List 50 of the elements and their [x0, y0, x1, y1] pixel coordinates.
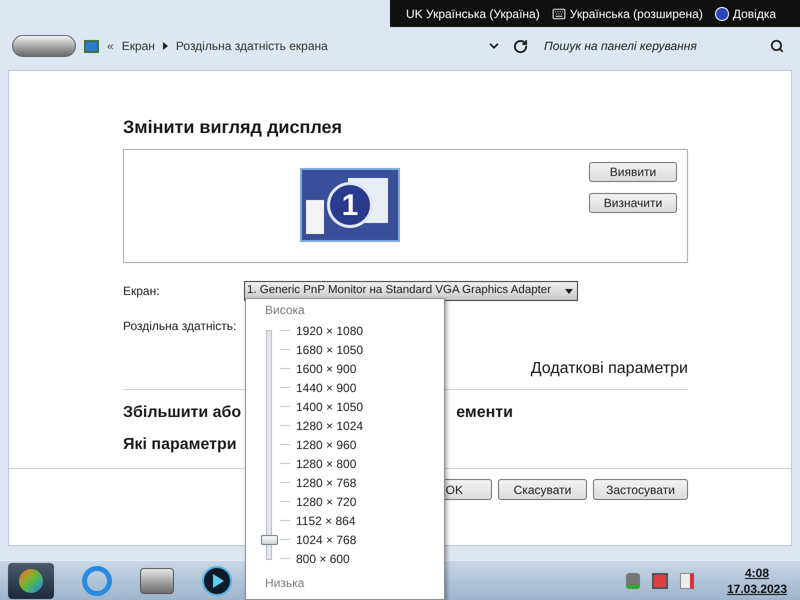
- resolution-option[interactable]: 1920 × 1080: [296, 322, 364, 340]
- input-language[interactable]: UK Українська (Україна): [406, 4, 540, 22]
- breadcrumb[interactable]: Роздільна здатність екрана: [176, 37, 328, 55]
- slider-thumb[interactable]: [261, 534, 278, 545]
- resolution-option[interactable]: 800 × 600: [296, 550, 350, 568]
- dialog-button[interactable]: Виявити: [589, 162, 677, 182]
- search-field[interactable]: Пошук на панелі керування: [544, 37, 784, 55]
- settings-link[interactable]: ементи: [456, 401, 513, 421]
- breadcrumb-arrow-icon[interactable]: [162, 42, 168, 50]
- overflow-chevron[interactable]: «: [107, 37, 114, 55]
- display-thumbnail-icon[interactable]: 1: [300, 168, 400, 242]
- dialog-button[interactable]: Визначити: [589, 193, 677, 213]
- resolution-option[interactable]: 1600 × 900: [296, 360, 356, 378]
- help-link[interactable]: Довідка: [732, 4, 776, 22]
- resolution-option[interactable]: 1280 × 720: [296, 492, 356, 510]
- resolution-option[interactable]: 1152 × 864: [296, 512, 356, 530]
- dialog-button[interactable]: Скасувати: [498, 479, 587, 500]
- advanced-settings-link[interactable]: Додаткові параметри: [530, 357, 688, 381]
- resolution-option[interactable]: 1680 × 1050: [296, 340, 364, 358]
- start-button[interactable]: [8, 562, 54, 598]
- search-icon: [770, 39, 784, 53]
- keyboard-layout[interactable]: Українська (розширена): [570, 4, 703, 22]
- clock-time[interactable]: 4:08: [744, 564, 770, 580]
- resolution-option[interactable]: 1280 × 768: [296, 474, 356, 492]
- monitor-icon: [84, 40, 99, 52]
- resolution-option[interactable]: 1024 × 768: [296, 530, 356, 548]
- dialog-button[interactable]: Застосувати: [593, 479, 688, 500]
- refresh-icon[interactable]: [513, 38, 528, 54]
- resolution-option[interactable]: 1280 × 1024: [296, 416, 364, 434]
- resolution-option[interactable]: 1280 × 800: [296, 454, 356, 472]
- resolution-label: Роздільна здатність:: [123, 318, 236, 335]
- help-icon[interactable]: [714, 6, 729, 20]
- resolution-option[interactable]: 1440 × 900: [296, 378, 356, 396]
- back-forward-buttons[interactable]: [12, 35, 76, 57]
- screen-dropdown[interactable]: 1. Generic PnP Monitor на Standard VGA Graphics Adapter: [244, 281, 578, 301]
- dropdown-arrow-icon: [565, 288, 573, 294]
- resolution-option[interactable]: 1400 × 1050: [296, 398, 364, 416]
- page-title: Змінити вигляд дисплея: [123, 116, 344, 139]
- display-number: 1: [327, 182, 373, 228]
- clock-date[interactable]: 17.03.2023: [726, 580, 788, 596]
- breadcrumb[interactable]: Екран: [122, 37, 155, 55]
- high-label: Висока: [265, 302, 305, 319]
- settings-link[interactable]: Збільшити або: [123, 401, 242, 421]
- screen-label: Екран:: [123, 283, 161, 300]
- window-preview: [306, 200, 324, 234]
- resolution-option[interactable]: 1280 × 960: [296, 436, 356, 454]
- keyboard-icon: [552, 6, 566, 20]
- media-player-icon[interactable]: [202, 566, 232, 596]
- low-label: Низька: [265, 575, 304, 592]
- settings-link[interactable]: Які параметри: [123, 433, 237, 453]
